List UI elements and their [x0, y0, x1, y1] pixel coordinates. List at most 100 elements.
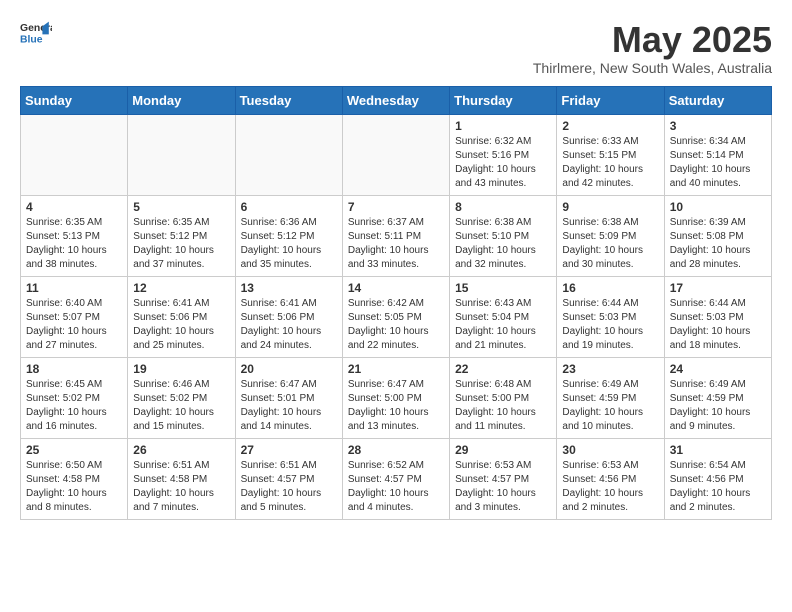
- day-info: Sunrise: 6:49 AM Sunset: 4:59 PM Dayligh…: [670, 378, 766, 434]
- calendar-day: 2 Sunrise: 6:33 AM Sunset: 5:15 PM Daylig…: [557, 114, 664, 195]
- calendar-day: 27 Sunrise: 6:51 AM Sunset: 4:57 PM Dayli…: [235, 438, 342, 519]
- day-info: Sunrise: 6:48 AM Sunset: 5:00 PM Dayligh…: [455, 378, 551, 434]
- day-number: 1: [455, 119, 551, 133]
- col-wednesday: Wednesday: [342, 86, 449, 114]
- day-number: 7: [348, 200, 444, 214]
- calendar-day: 5 Sunrise: 6:35 AM Sunset: 5:12 PM Daylig…: [128, 195, 235, 276]
- calendar-day: 4 Sunrise: 6:35 AM Sunset: 5:13 PM Daylig…: [21, 195, 128, 276]
- day-info: Sunrise: 6:50 AM Sunset: 4:58 PM Dayligh…: [26, 459, 122, 515]
- day-info: Sunrise: 6:35 AM Sunset: 5:12 PM Dayligh…: [133, 216, 229, 272]
- day-info: Sunrise: 6:44 AM Sunset: 5:03 PM Dayligh…: [670, 297, 766, 353]
- calendar-day: 24 Sunrise: 6:49 AM Sunset: 4:59 PM Dayli…: [664, 357, 771, 438]
- day-info: Sunrise: 6:51 AM Sunset: 4:57 PM Dayligh…: [241, 459, 337, 515]
- day-info: Sunrise: 6:37 AM Sunset: 5:11 PM Dayligh…: [348, 216, 444, 272]
- calendar-week-2: 4 Sunrise: 6:35 AM Sunset: 5:13 PM Daylig…: [21, 195, 772, 276]
- day-number: 31: [670, 443, 766, 457]
- day-info: Sunrise: 6:46 AM Sunset: 5:02 PM Dayligh…: [133, 378, 229, 434]
- day-number: 27: [241, 443, 337, 457]
- calendar-day: 10 Sunrise: 6:39 AM Sunset: 5:08 PM Dayli…: [664, 195, 771, 276]
- calendar-day: 14 Sunrise: 6:42 AM Sunset: 5:05 PM Dayli…: [342, 276, 449, 357]
- calendar-day: 25Sunrise: 6:50 AM Sunset: 4:58 PM Dayli…: [21, 438, 128, 519]
- day-number: 21: [348, 362, 444, 376]
- title-block: May 2025 Thirlmere, New South Wales, Aus…: [533, 20, 772, 76]
- calendar-week-3: 11Sunrise: 6:40 AM Sunset: 5:07 PM Dayli…: [21, 276, 772, 357]
- calendar-day: 3 Sunrise: 6:34 AM Sunset: 5:14 PM Daylig…: [664, 114, 771, 195]
- day-info: Sunrise: 6:44 AM Sunset: 5:03 PM Dayligh…: [562, 297, 658, 353]
- day-info: Sunrise: 6:53 AM Sunset: 4:57 PM Dayligh…: [455, 459, 551, 515]
- day-number: 2: [562, 119, 658, 133]
- calendar-day: 19 Sunrise: 6:46 AM Sunset: 5:02 PM Dayli…: [128, 357, 235, 438]
- calendar-week-1: 1Sunrise: 6:32 AM Sunset: 5:16 PM Daylig…: [21, 114, 772, 195]
- calendar: Sunday Monday Tuesday Wednesday Thursday…: [20, 86, 772, 520]
- svg-text:Blue: Blue: [20, 34, 43, 45]
- calendar-day: 29 Sunrise: 6:53 AM Sunset: 4:57 PM Dayli…: [450, 438, 557, 519]
- calendar-day: 6Sunrise: 6:36 AM Sunset: 5:12 PM Daylig…: [235, 195, 342, 276]
- col-sunday: Sunday: [21, 86, 128, 114]
- day-number: 8: [455, 200, 551, 214]
- day-info: Sunrise: 6:36 AM Sunset: 5:12 PM Dayligh…: [241, 216, 337, 272]
- col-monday: Monday: [128, 86, 235, 114]
- day-number: 13: [241, 281, 337, 295]
- calendar-day: 15Sunrise: 6:43 AM Sunset: 5:04 PM Dayli…: [450, 276, 557, 357]
- day-info: Sunrise: 6:39 AM Sunset: 5:08 PM Dayligh…: [670, 216, 766, 272]
- calendar-day: [235, 114, 342, 195]
- day-number: 14: [348, 281, 444, 295]
- day-number: 4: [26, 200, 122, 214]
- day-number: 12: [133, 281, 229, 295]
- calendar-day: 22 Sunrise: 6:48 AM Sunset: 5:00 PM Dayli…: [450, 357, 557, 438]
- day-info: Sunrise: 6:51 AM Sunset: 4:58 PM Dayligh…: [133, 459, 229, 515]
- header: General Blue May 2025 Thirlmere, New Sou…: [20, 20, 772, 76]
- day-info: Sunrise: 6:34 AM Sunset: 5:14 PM Dayligh…: [670, 135, 766, 191]
- day-info: Sunrise: 6:43 AM Sunset: 5:04 PM Dayligh…: [455, 297, 551, 353]
- day-number: 19: [133, 362, 229, 376]
- calendar-week-5: 25Sunrise: 6:50 AM Sunset: 4:58 PM Dayli…: [21, 438, 772, 519]
- calendar-day: 18 Sunrise: 6:45 AM Sunset: 5:02 PM Dayli…: [21, 357, 128, 438]
- calendar-day: 26 Sunrise: 6:51 AM Sunset: 4:58 PM Dayli…: [128, 438, 235, 519]
- calendar-day: 21 Sunrise: 6:47 AM Sunset: 5:00 PM Dayli…: [342, 357, 449, 438]
- day-number: 9: [562, 200, 658, 214]
- day-info: Sunrise: 6:52 AM Sunset: 4:57 PM Dayligh…: [348, 459, 444, 515]
- day-number: 20: [241, 362, 337, 376]
- page-container: General Blue May 2025 Thirlmere, New Sou…: [0, 0, 792, 530]
- col-thursday: Thursday: [450, 86, 557, 114]
- day-number: 17: [670, 281, 766, 295]
- calendar-day: 28Sunrise: 6:52 AM Sunset: 4:57 PM Dayli…: [342, 438, 449, 519]
- calendar-day: 8Sunrise: 6:38 AM Sunset: 5:10 PM Daylig…: [450, 195, 557, 276]
- day-number: 23: [562, 362, 658, 376]
- calendar-day: 23 Sunrise: 6:49 AM Sunset: 4:59 PM Dayli…: [557, 357, 664, 438]
- day-number: 5: [133, 200, 229, 214]
- day-number: 30: [562, 443, 658, 457]
- day-info: Sunrise: 6:45 AM Sunset: 5:02 PM Dayligh…: [26, 378, 122, 434]
- day-number: 24: [670, 362, 766, 376]
- logo: General Blue: [20, 20, 52, 48]
- day-info: Sunrise: 6:38 AM Sunset: 5:09 PM Dayligh…: [562, 216, 658, 272]
- day-info: Sunrise: 6:49 AM Sunset: 4:59 PM Dayligh…: [562, 378, 658, 434]
- day-number: 16: [562, 281, 658, 295]
- day-info: Sunrise: 6:54 AM Sunset: 4:56 PM Dayligh…: [670, 459, 766, 515]
- day-number: 26: [133, 443, 229, 457]
- day-info: Sunrise: 6:40 AM Sunset: 5:07 PM Dayligh…: [26, 297, 122, 353]
- day-info: Sunrise: 6:35 AM Sunset: 5:13 PM Dayligh…: [26, 216, 122, 272]
- calendar-day: [342, 114, 449, 195]
- month-title: May 2025: [533, 20, 772, 60]
- day-number: 22: [455, 362, 551, 376]
- col-friday: Friday: [557, 86, 664, 114]
- calendar-week-4: 18 Sunrise: 6:45 AM Sunset: 5:02 PM Dayli…: [21, 357, 772, 438]
- day-number: 18: [26, 362, 122, 376]
- day-info: Sunrise: 6:53 AM Sunset: 4:56 PM Dayligh…: [562, 459, 658, 515]
- day-number: 3: [670, 119, 766, 133]
- day-info: Sunrise: 6:33 AM Sunset: 5:15 PM Dayligh…: [562, 135, 658, 191]
- col-saturday: Saturday: [664, 86, 771, 114]
- calendar-day: 7 Sunrise: 6:37 AM Sunset: 5:11 PM Daylig…: [342, 195, 449, 276]
- calendar-day: [128, 114, 235, 195]
- day-info: Sunrise: 6:42 AM Sunset: 5:05 PM Dayligh…: [348, 297, 444, 353]
- day-number: 29: [455, 443, 551, 457]
- day-info: Sunrise: 6:47 AM Sunset: 5:00 PM Dayligh…: [348, 378, 444, 434]
- calendar-day: 16 Sunrise: 6:44 AM Sunset: 5:03 PM Dayli…: [557, 276, 664, 357]
- day-info: Sunrise: 6:41 AM Sunset: 5:06 PM Dayligh…: [133, 297, 229, 353]
- calendar-day: 30 Sunrise: 6:53 AM Sunset: 4:56 PM Dayli…: [557, 438, 664, 519]
- day-number: 10: [670, 200, 766, 214]
- day-info: Sunrise: 6:41 AM Sunset: 5:06 PM Dayligh…: [241, 297, 337, 353]
- calendar-day: 12 Sunrise: 6:41 AM Sunset: 5:06 PM Dayli…: [128, 276, 235, 357]
- calendar-day: 11Sunrise: 6:40 AM Sunset: 5:07 PM Dayli…: [21, 276, 128, 357]
